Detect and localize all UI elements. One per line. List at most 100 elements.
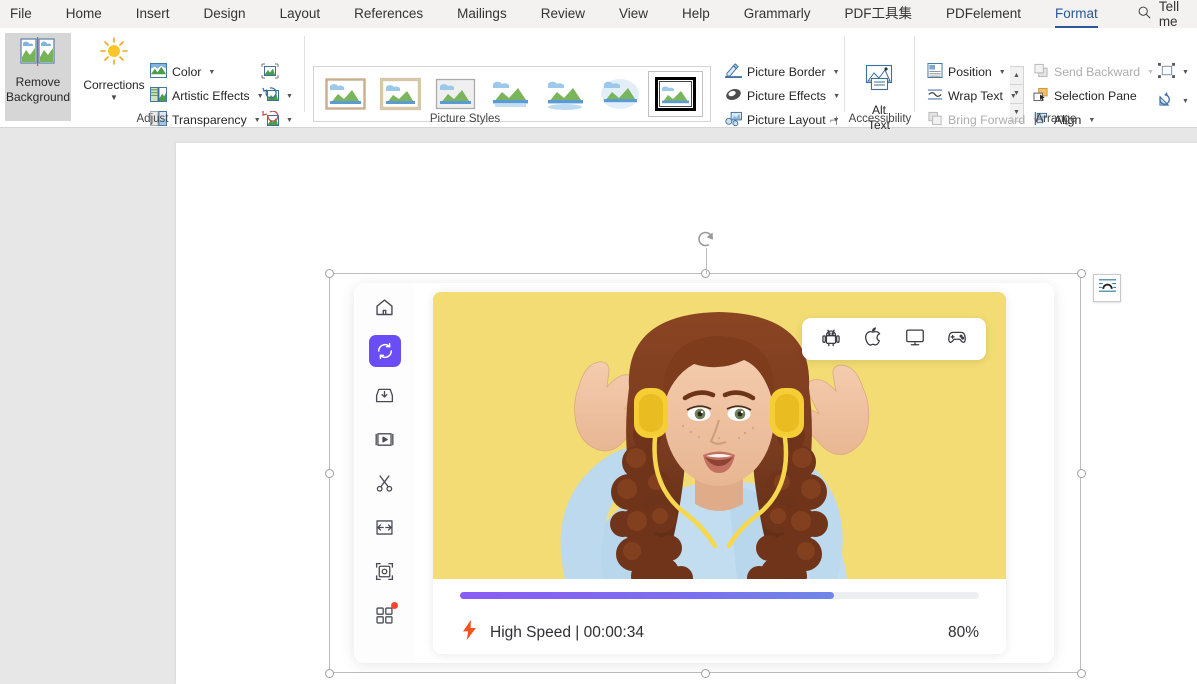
apple-icon[interactable] (862, 326, 884, 353)
menu-item-references[interactable]: References (354, 0, 423, 28)
selection-handle-top-left[interactable] (324, 268, 334, 278)
sidebar-item-video[interactable] (369, 423, 401, 455)
picture-style-thumb[interactable] (593, 71, 648, 117)
picture-style-thumb[interactable] (483, 71, 538, 117)
selection-pane-button[interactable]: Selection Pane (1033, 85, 1137, 107)
chevron-down-icon[interactable]: ▼ (1010, 93, 1017, 100)
menu-item-help[interactable]: Help (682, 0, 710, 28)
menu-item-view[interactable]: View (619, 0, 648, 28)
sidebar-item-toolbox[interactable] (369, 599, 401, 631)
position-button[interactable]: Position ▼ (927, 61, 1006, 83)
chevron-down-icon[interactable]: ▼ (208, 69, 215, 76)
chevron-down-icon[interactable]: ▼ (286, 93, 293, 100)
corrections-button[interactable]: Corrections ▼ (78, 33, 150, 121)
picture-effects-button[interactable]: Picture Effects ▼ (725, 85, 840, 107)
artistic-effects-button[interactable]: Artistic Effects ▼ (150, 85, 264, 107)
send-backward-label: Send Backward (1054, 65, 1141, 79)
chevron-down-icon[interactable]: ▼ (110, 93, 118, 102)
color-icon (150, 63, 167, 81)
menu-item-home[interactable]: Home (66, 0, 102, 28)
rotate-handle[interactable] (695, 228, 717, 276)
alt-text-icon (862, 64, 896, 99)
sidebar-item-home[interactable] (369, 291, 401, 323)
picture-style-thumb[interactable] (318, 71, 373, 117)
picture-style-thumb[interactable] (428, 71, 483, 117)
picture-effects-label: Picture Effects (747, 89, 827, 103)
change-picture-button[interactable]: ▼ (261, 85, 293, 107)
chevron-down-icon[interactable]: ▼ (1182, 98, 1189, 105)
picture-styles-dialog-launcher[interactable]: ⌐| (830, 115, 838, 125)
rotate-objects-button[interactable]: ▼ (1158, 90, 1189, 112)
accessibility-group-label: Accessibility (848, 113, 912, 125)
picture-effects-icon (725, 87, 742, 105)
selection-handle-top-right[interactable] (1076, 268, 1086, 278)
picture-style-thumb[interactable] (373, 71, 428, 117)
layout-options-button[interactable] (1093, 274, 1121, 302)
selection-handle-bottom-left[interactable] (324, 668, 334, 678)
selection-pane-label: Selection Pane (1054, 89, 1137, 103)
compress-pictures-icon (261, 63, 279, 82)
group-objects-icon (1158, 63, 1175, 81)
wrap-text-label: Wrap Text (948, 89, 1003, 103)
menu-item-layout[interactable]: Layout (280, 0, 321, 28)
menu-item-insert[interactable]: Insert (136, 0, 170, 28)
selection-handle-middle-left[interactable] (324, 468, 334, 478)
sidebar-item-convert[interactable] (368, 335, 401, 367)
chevron-down-icon[interactable]: ▼ (833, 69, 840, 76)
sidebar-item-download[interactable] (369, 379, 401, 411)
brightness-icon (98, 37, 130, 72)
progress-track (460, 592, 979, 599)
menu-item-file[interactable]: File (10, 0, 32, 28)
menu-item-review[interactable]: Review (541, 0, 585, 28)
tell-me-label: Tell me (1158, 0, 1180, 29)
preview-photo (433, 292, 1006, 579)
position-label: Position (948, 65, 992, 79)
selection-handle-bottom-center[interactable] (700, 668, 710, 678)
platform-toolbar[interactable] (802, 318, 986, 360)
picture-layout-button[interactable]: Picture Layout ▼ (725, 109, 840, 131)
ribbon-group-accessibility: Alt Text Accessibility (845, 28, 915, 132)
picture-border-icon (725, 63, 742, 81)
color-button[interactable]: Color ▼ (150, 61, 215, 83)
picture-style-thumb-selected[interactable] (648, 71, 703, 117)
android-icon[interactable] (820, 326, 842, 353)
tell-me-box[interactable]: Tell me (1137, 0, 1197, 29)
wrap-text-button[interactable]: Wrap Text ▼ (927, 85, 1017, 107)
compress-pictures-button[interactable] (261, 61, 279, 83)
progress-percent-label: 80% (947, 623, 979, 641)
chevron-down-icon: ▼ (1147, 68, 1155, 76)
artistic-effects-label: Artistic Effects (172, 89, 250, 103)
group-objects-button[interactable]: ▼ (1158, 61, 1189, 83)
search-icon (1137, 5, 1152, 23)
menu-item-pdf-tools[interactable]: PDF工具集 (845, 0, 913, 28)
ribbon-group-arrange: Position ▼ Wrap Text ▼ Bring Forward ▼ S… (915, 28, 1197, 128)
selection-handle-bottom-right[interactable] (1076, 668, 1086, 678)
menu-item-design[interactable]: Design (204, 0, 246, 28)
chevron-down-icon[interactable]: ▼ (999, 69, 1006, 76)
chevron-down-icon[interactable]: ▼ (833, 93, 840, 100)
remove-background-button[interactable]: Remove Background (5, 33, 71, 121)
inserted-picture[interactable]: High Speed | 00:00:34 80% (354, 283, 1054, 663)
selection-handle-middle-right[interactable] (1076, 468, 1086, 478)
chevron-down-icon[interactable]: ▼ (1182, 69, 1189, 76)
progress-status-row: High Speed | 00:00:34 80% (460, 619, 979, 646)
menu-item-grammarly[interactable]: Grammarly (744, 0, 811, 28)
artistic-effects-icon (150, 87, 167, 105)
wrap-text-icon (927, 87, 943, 105)
menu-item-mailings[interactable]: Mailings (457, 0, 507, 28)
menu-item-pdfelement[interactable]: PDFelement (946, 0, 1021, 28)
high-speed-icon (460, 619, 479, 646)
sidebar-item-cut[interactable] (369, 467, 401, 499)
layout-options-icon (1098, 276, 1117, 300)
corrections-label: Corrections (83, 78, 145, 92)
picture-border-button[interactable]: Picture Border ▼ (725, 61, 840, 83)
sidebar-item-crop[interactable] (369, 555, 401, 587)
menu-bar: File Home Insert Design Layout Reference… (0, 0, 1197, 29)
change-picture-icon (261, 86, 279, 106)
gamepad-icon[interactable] (946, 326, 968, 353)
menu-item-format[interactable]: Format (1055, 0, 1098, 28)
picture-style-thumb[interactable] (538, 71, 593, 117)
picture-layout-label: Picture Layout (747, 113, 826, 127)
monitor-icon[interactable] (904, 326, 926, 353)
sidebar-item-compress[interactable] (369, 511, 401, 543)
